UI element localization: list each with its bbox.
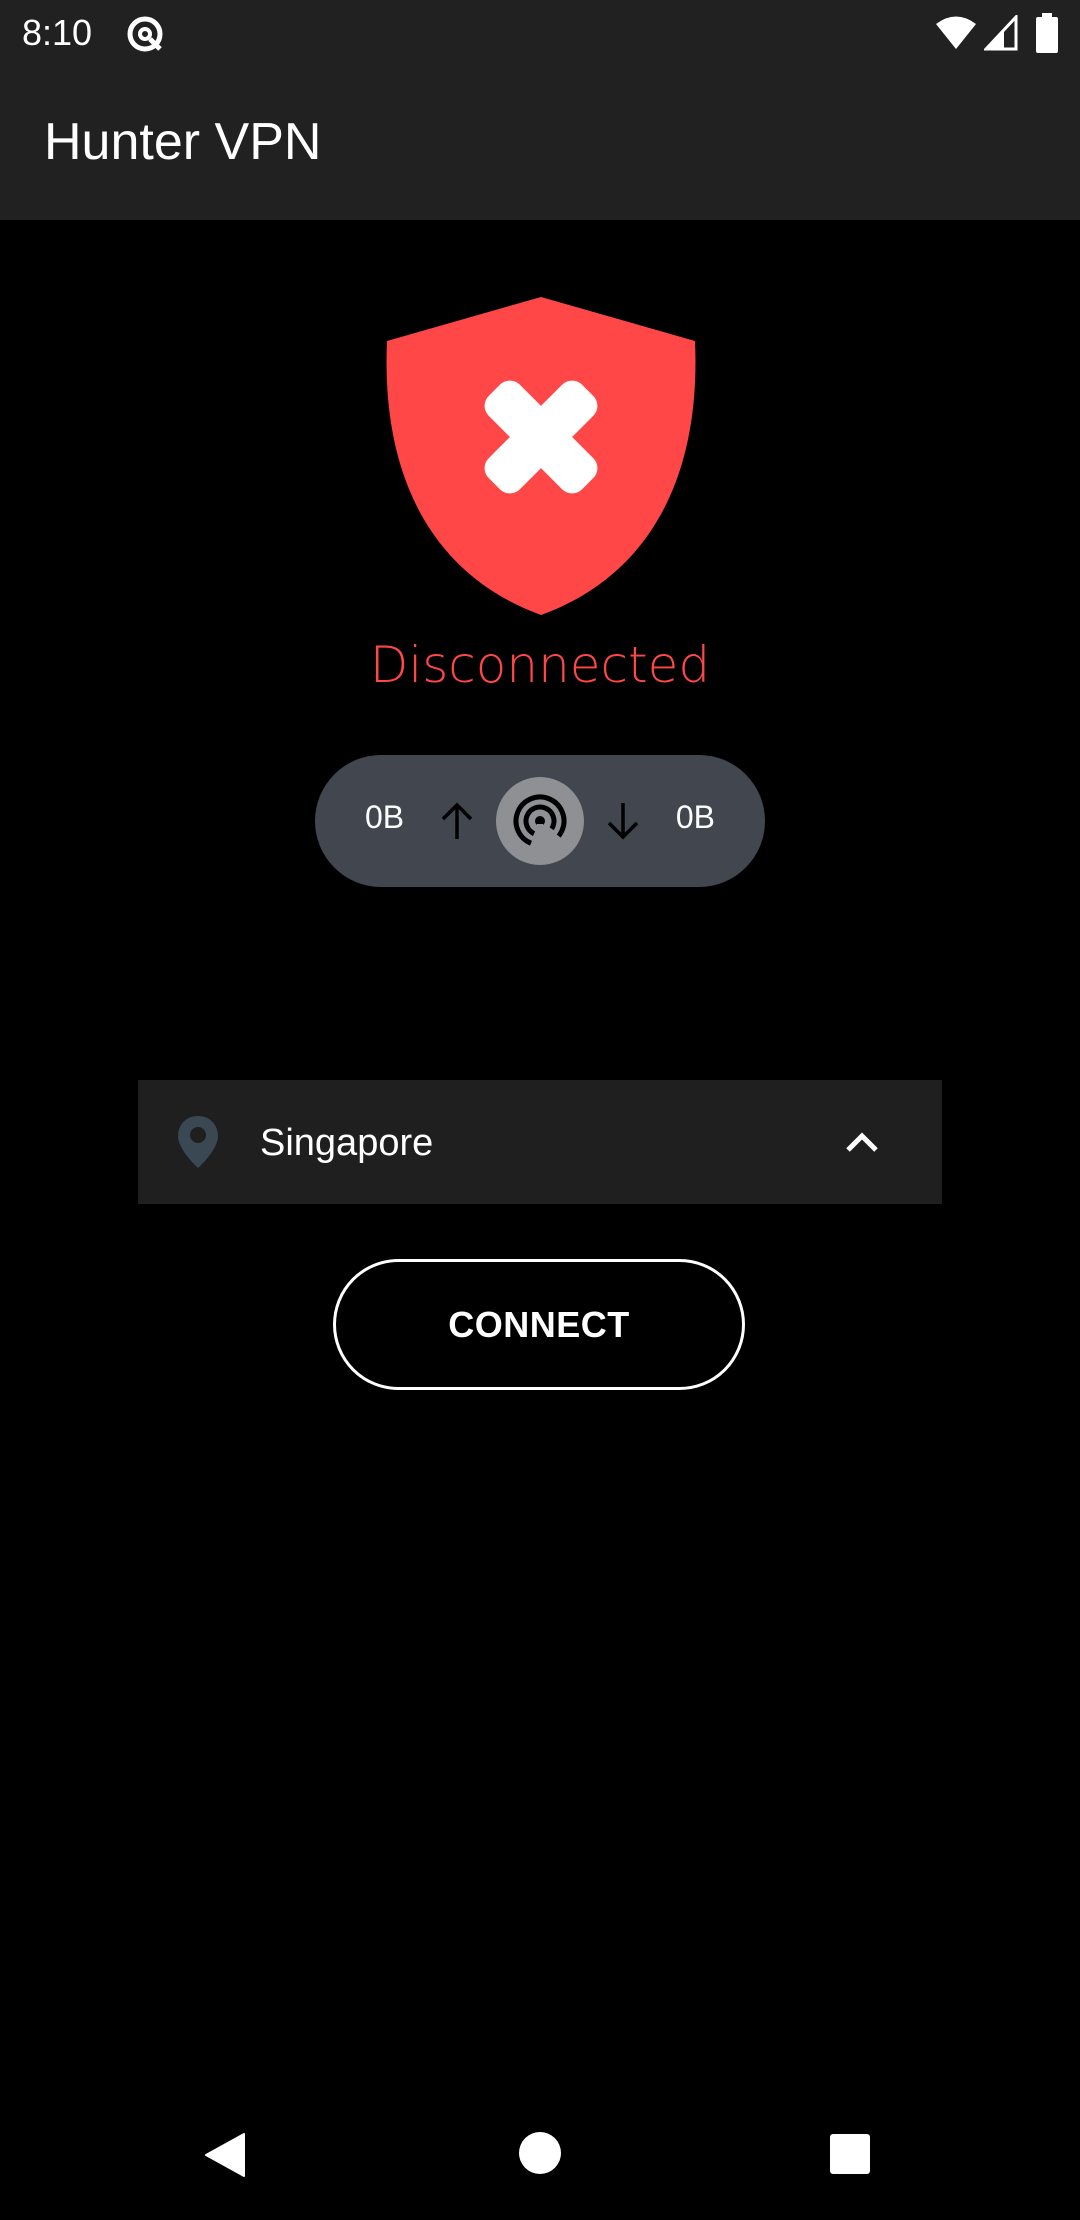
arrow-down-icon	[607, 803, 639, 840]
battery-icon	[1036, 13, 1058, 53]
arrow-up-icon	[441, 802, 473, 839]
signal-broadcast-button[interactable]	[496, 777, 584, 865]
recents-square-icon[interactable]	[828, 2132, 872, 2176]
chevron-up-icon[interactable]	[842, 1122, 882, 1162]
status-bar: 8:10	[0, 0, 1080, 66]
traffic-indicator: 0B 0B	[315, 755, 765, 887]
app-bar: Hunter VPN	[0, 66, 1080, 220]
wifi-icon	[936, 16, 976, 49]
home-circle-icon[interactable]	[517, 2130, 563, 2176]
location-pin-icon	[178, 1116, 218, 1168]
screen: 8:10 Hunter VPN Disconnected 0B 0B Singa…	[0, 0, 1080, 2220]
status-time: 8:10	[22, 12, 93, 53]
app-title: Hunter VPN	[44, 113, 322, 171]
location-label: Singapore	[260, 1122, 434, 1164]
upload-value: 0B	[365, 799, 405, 835]
location-selector[interactable]: Singapore	[138, 1080, 942, 1204]
connect-button[interactable]: CONNECT	[333, 1259, 745, 1390]
signal-broadcast-icon	[513, 794, 567, 848]
back-triangle-icon[interactable]	[200, 2130, 250, 2180]
connection-status-text: Disconnected	[369, 636, 711, 694]
navigation-bar	[0, 2088, 1080, 2220]
download-value: 0B	[675, 799, 715, 835]
cell-signal-icon	[984, 15, 1018, 51]
at-sign-circle-icon	[127, 16, 163, 52]
shield-x-icon	[386, 297, 696, 615]
